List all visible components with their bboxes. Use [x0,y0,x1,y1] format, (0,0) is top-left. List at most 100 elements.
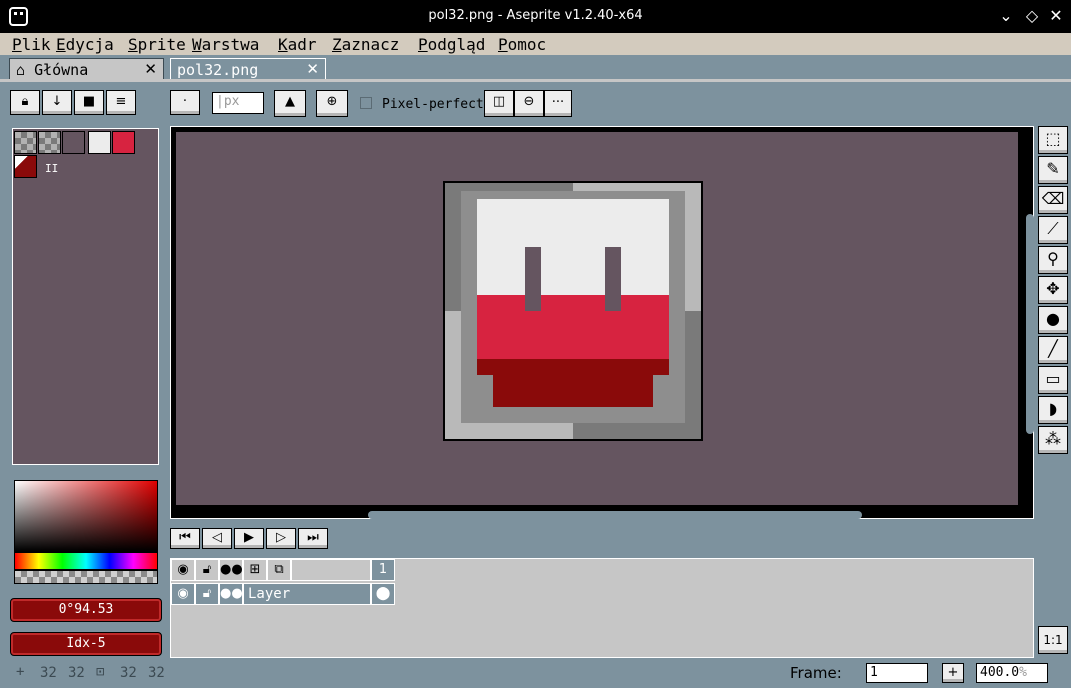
symmetry-vertical-button[interactable]: ◫ [484,90,514,117]
layer-visibility-icon[interactable]: ◉ [171,583,195,605]
cursor-x: 32 [40,665,57,681]
last-frame-button[interactable]: ⏭ [298,528,328,549]
blur-tool-button[interactable]: ⁂ [1038,426,1068,454]
fill-tool-button[interactable]: ● [1038,306,1068,334]
menu-podglad[interactable]: Podgląd [418,35,485,54]
palette-swatch-2[interactable] [62,131,85,154]
move-tool-button[interactable]: ✥ [1038,276,1068,304]
eyedropper-tool-button[interactable]: ⟋ [1038,216,1068,244]
pencil-tool-button[interactable]: ✎ [1038,156,1068,184]
menu-plik[interactable]: Plik [12,35,51,54]
tab-home-close-icon[interactable]: ✕ [144,60,157,78]
window-title: pol32.png - Aseprite v1.2.40-x64 [428,8,643,23]
last-frame-icon: ⏭ [307,530,319,545]
sprite-width: 32 [120,665,137,681]
curve-tool-button[interactable]: ◗ [1038,396,1068,424]
palette-swatch-1[interactable] [38,131,61,154]
first-frame-button[interactable]: ⏮ [170,528,200,549]
rectangle-selection-icon: ⬚ [1045,129,1061,148]
zoom-input[interactable]: 400.0% [976,663,1048,683]
rectangle-icon: ▭ [1045,369,1061,388]
sprite-red-middle [477,295,669,359]
pixel-perfect-checkbox[interactable] [360,97,372,109]
status-bar: + 32 32 ⊡ 32 32 Frame: 1 + 400.0% [0,660,1071,688]
cel-dot-icon: ⬤ [375,586,391,601]
close-window-button[interactable]: ✕ [1046,6,1066,26]
cursor-position-icon: + [16,664,25,680]
rectangle-tool-button[interactable]: ▭ [1038,366,1068,394]
brush-type-button[interactable]: · [170,90,200,115]
layer-cel-frame-1[interactable]: ⬤ [371,583,395,605]
color-saturation-value-field[interactable] [14,480,158,552]
layer-lock-icon[interactable]: 🔓︎ [195,583,219,605]
pencil-icon: ✎ [1046,159,1060,178]
vertical-scrollbar[interactable] [1026,214,1034,434]
palette-options-button[interactable]: ■ [74,90,104,115]
blur-icon: ⁂ [1045,429,1061,448]
palette-swatch-3[interactable] [88,131,111,154]
zoom-tool-button[interactable]: ⚲ [1038,246,1068,274]
tab-pol32-close-icon[interactable]: ✕ [306,60,319,78]
palette-swatch-0[interactable] [14,131,37,154]
menu-bar: Plik Edycja Sprite Warstwa Kadr Zaznacz … [0,33,1071,55]
sprite-dark-red-band [477,359,669,375]
visibility-header-icon[interactable]: ◉ [171,559,195,581]
tab-underline [0,79,1071,82]
layer-continuous-icon[interactable]: ●● [219,583,243,605]
sprite-size-icon: ⊡ [96,664,105,680]
magnifier-icon: ⚲ [1047,249,1059,268]
menu-pomoc[interactable]: Pomoc [498,35,546,54]
palette-index-field[interactable]: Idx-5 [10,632,162,656]
menu-warstwa[interactable]: Warstwa [192,35,259,54]
symmetry-horizontal-button[interactable]: ⊖ [514,90,544,117]
line-icon: ╱ [1048,339,1058,358]
alpha-slider[interactable] [14,570,158,584]
layer-tree-header-icon[interactable]: ⊞ [243,559,267,581]
foreground-background-swatch[interactable] [14,155,37,178]
minimize-button[interactable]: ⌄ [996,6,1016,26]
line-tool-button[interactable]: ╱ [1038,336,1068,364]
reset-zoom-button[interactable]: 1:1 [1038,626,1068,654]
add-frame-button[interactable]: + [942,663,964,683]
ink-button[interactable]: ▲ [274,90,306,117]
frame-input[interactable]: 1 [866,663,928,683]
tab-pol32[interactable]: pol32.png ✕ [170,58,326,80]
play-icon: ▶ [244,530,254,545]
menu-kadr[interactable]: Kadr [278,35,317,54]
hue-slider[interactable] [14,552,158,570]
more-options-button[interactable]: ... [544,90,572,117]
eyedropper-icon: ⟋ [1047,219,1059,238]
lock-palette-button[interactable]: 🔒︎ [10,90,40,115]
tab-pol32-label: pol32.png [177,61,259,79]
first-frame-icon: ⏮ [179,530,191,545]
move-icon: ✥ [1046,279,1060,298]
menu-zaznacz[interactable]: Zaznacz [332,35,399,54]
onion-skin-header-icon[interactable]: ⧉ [267,559,291,581]
continuous-header-icon[interactable]: ●● [219,559,243,581]
horizontal-scrollbar[interactable] [368,511,862,519]
palette-menu-button[interactable]: ≡ [106,90,136,115]
menu-sprite[interactable]: Sprite [128,35,186,54]
lock-icon: 🔒︎ [21,94,29,109]
tab-bar: ⌂ Główna ✕ pol32.png ✕ [0,55,1071,82]
play-button[interactable]: ▶ [234,528,264,549]
ink-bottle-icon: ▲ [285,94,295,109]
eraser-tool-button[interactable]: ⌫ [1038,186,1068,214]
lock-header-icon[interactable]: 🔓︎ [195,559,219,581]
previous-frame-button[interactable]: ◁ [202,528,232,549]
arrow-down-icon: ↓ [51,94,63,109]
maximize-button[interactable]: ◇ [1022,6,1042,26]
palette-down-button[interactable]: ↓ [42,90,72,115]
frame-header-1[interactable]: 1 [371,559,395,581]
next-frame-button[interactable]: ▷ [266,528,296,549]
palette-swatch-4[interactable] [112,131,135,154]
sprite-dark-red-bottom [493,375,653,407]
next-frame-icon: ▷ [276,530,286,545]
pixel-grid-button[interactable]: ⊕ [316,90,348,117]
hsv-value-field[interactable]: 0°94.53 [10,598,162,622]
layer-name[interactable]: Layer [243,583,371,605]
brush-size-input[interactable]: |px [212,92,264,114]
selection-tool-button[interactable]: ⬚ [1038,126,1068,154]
menu-edycja[interactable]: Edycja [56,35,114,54]
tab-home[interactable]: ⌂ Główna ✕ [9,58,164,80]
